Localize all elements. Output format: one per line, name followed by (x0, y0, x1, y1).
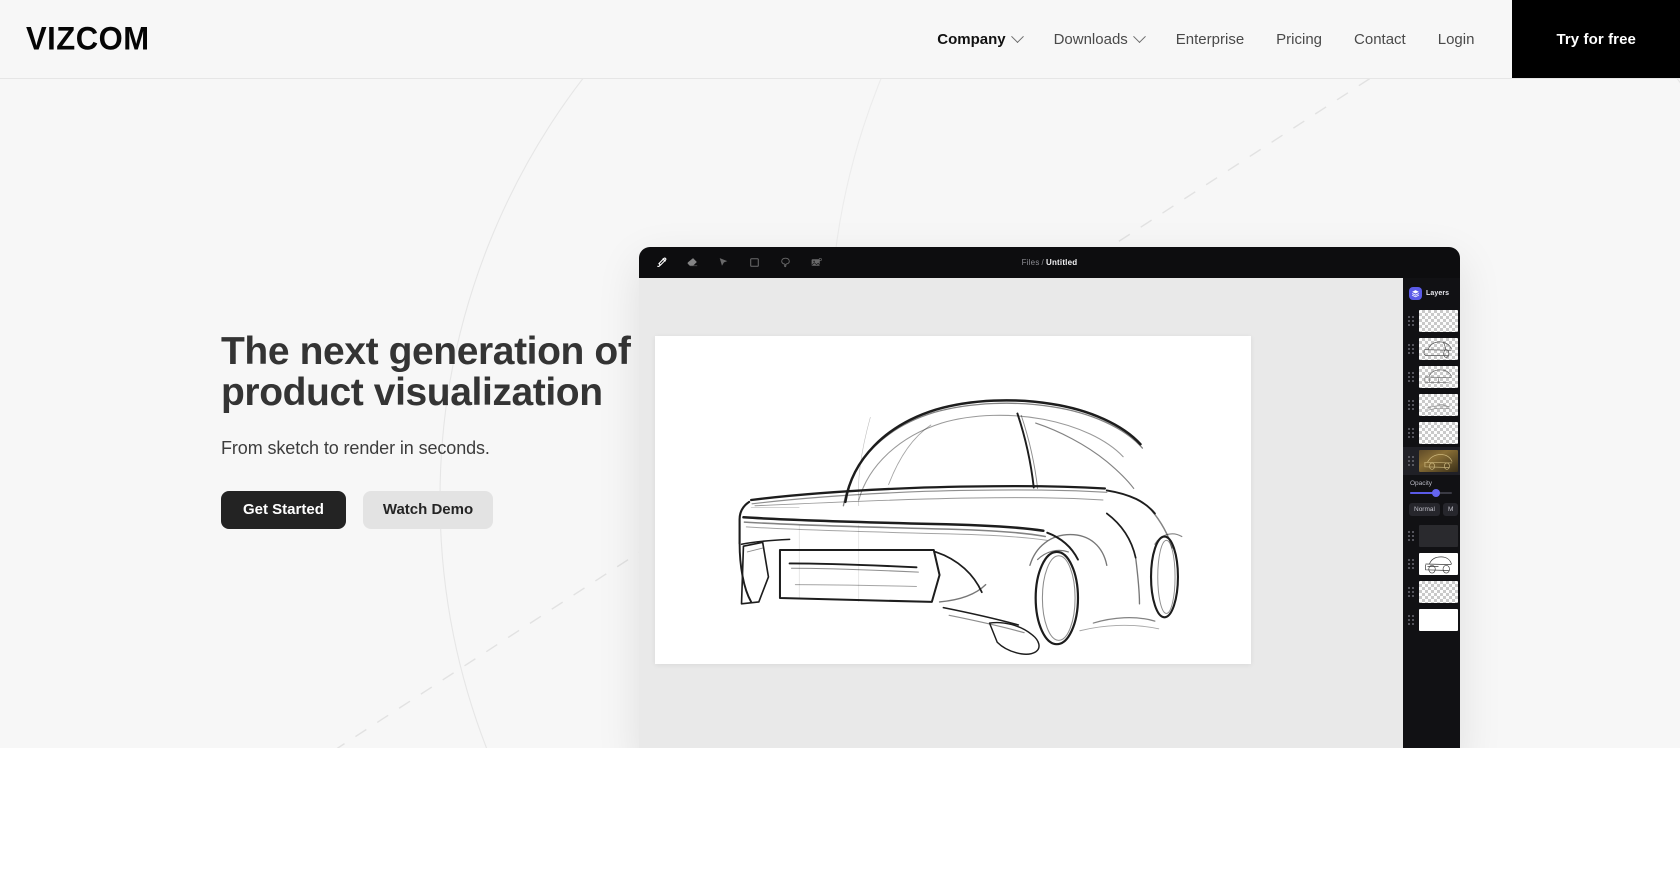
layers-stack-icon (1409, 287, 1422, 300)
opacity-slider-knob[interactable] (1432, 489, 1440, 497)
blend-mode-select[interactable]: Normal (1409, 503, 1440, 516)
drag-handle-icon[interactable] (1408, 316, 1415, 326)
square-icon[interactable] (745, 253, 764, 272)
app-toolbar: Files/Untitled (639, 247, 1460, 278)
nav-item-pricing[interactable]: Pricing (1260, 0, 1338, 78)
brand-logo[interactable]: VIZCOM (26, 20, 150, 57)
nav-item-label: Downloads (1054, 31, 1128, 48)
nav-item-label: Pricing (1276, 31, 1322, 48)
drag-handle-icon[interactable] (1408, 400, 1415, 410)
drag-handle-icon[interactable] (1408, 456, 1415, 466)
list-item[interactable] (1403, 578, 1460, 606)
layers-panel: Layers (1403, 278, 1460, 748)
list-item[interactable] (1403, 419, 1460, 447)
brush-icon[interactable] (652, 253, 671, 272)
opacity-slider[interactable] (1410, 492, 1452, 494)
layer-thumbnail (1419, 394, 1458, 416)
canvas-artboard[interactable] (655, 336, 1251, 664)
layer-thumbnail (1419, 338, 1458, 360)
layers-panel-header: Layers (1403, 278, 1460, 307)
opacity-label: Opacity (1410, 480, 1454, 487)
nav-item-company[interactable]: Company (937, 0, 1037, 78)
breadcrumb-parent[interactable]: Files (1022, 258, 1040, 267)
chevron-down-icon (1011, 30, 1024, 43)
layer-thumbnail (1419, 310, 1458, 332)
drag-handle-icon[interactable] (1408, 615, 1415, 625)
layer-thumbnail (1419, 422, 1458, 444)
nav-item-login[interactable]: Login (1422, 0, 1491, 78)
drag-handle-icon[interactable] (1408, 428, 1415, 438)
nav-item-label: Login (1438, 31, 1475, 48)
layer-thumbnail (1419, 450, 1458, 472)
chevron-down-icon (1133, 30, 1146, 43)
app-body: Layers (639, 278, 1460, 748)
breadcrumb-separator: / (1042, 258, 1044, 267)
hero-button-row: Get Started Watch Demo (221, 491, 691, 529)
site-header: VIZCOM Company Downloads Enterprise Pric… (0, 0, 1680, 79)
nav-item-label: Contact (1354, 31, 1406, 48)
opacity-control: Opacity (1403, 475, 1460, 497)
list-item[interactable] (1403, 550, 1460, 578)
nav-item-label: Enterprise (1176, 31, 1244, 48)
image-icon[interactable] (807, 253, 826, 272)
list-item[interactable] (1403, 447, 1460, 475)
hero-subheading: From sketch to render in seconds. (221, 438, 691, 459)
app-mockup-window: Files/Untitled (639, 247, 1460, 748)
layer-thumbnail (1419, 581, 1458, 603)
eraser-icon[interactable] (683, 253, 702, 272)
main-navigation: Company Downloads Enterprise Pricing Con… (937, 0, 1680, 78)
lasso-icon[interactable] (776, 253, 795, 272)
drag-handle-icon[interactable] (1408, 344, 1415, 354)
blend-mode-extra-button[interactable]: M (1443, 503, 1458, 516)
drag-handle-icon[interactable] (1408, 531, 1415, 541)
drag-handle-icon[interactable] (1408, 587, 1415, 597)
list-item[interactable] (1403, 391, 1460, 419)
breadcrumb-current: Untitled (1046, 258, 1077, 267)
drag-handle-icon[interactable] (1408, 559, 1415, 569)
list-item[interactable] (1403, 335, 1460, 363)
list-item[interactable] (1403, 307, 1460, 335)
list-item[interactable] (1403, 522, 1460, 550)
nav-item-contact[interactable]: Contact (1338, 0, 1422, 78)
layer-thumbnail (1419, 609, 1458, 631)
nav-item-label: Company (937, 31, 1005, 48)
layers-panel-title: Layers (1426, 290, 1449, 297)
nav-item-downloads[interactable]: Downloads (1038, 0, 1160, 78)
layer-thumbnail (1419, 553, 1458, 575)
blend-mode-row: Normal M (1403, 497, 1460, 522)
layer-thumbnail (1419, 366, 1458, 388)
hero-copy: The next generation of product visualiza… (221, 331, 691, 529)
watch-demo-button[interactable]: Watch Demo (363, 491, 493, 529)
list-item[interactable] (1403, 606, 1460, 634)
list-item[interactable] (1403, 363, 1460, 391)
try-for-free-button[interactable]: Try for free (1512, 0, 1680, 78)
page-title: The next generation of product visualiza… (221, 331, 691, 414)
get-started-button[interactable]: Get Started (221, 491, 346, 529)
nav-item-enterprise[interactable]: Enterprise (1160, 0, 1260, 78)
car-sketch-drawing (655, 336, 1251, 664)
layer-thumbnail (1419, 525, 1458, 547)
cursor-icon[interactable] (714, 253, 733, 272)
tool-group (639, 253, 826, 272)
drag-handle-icon[interactable] (1408, 372, 1415, 382)
hero-section: The next generation of product visualiza… (0, 79, 1680, 748)
